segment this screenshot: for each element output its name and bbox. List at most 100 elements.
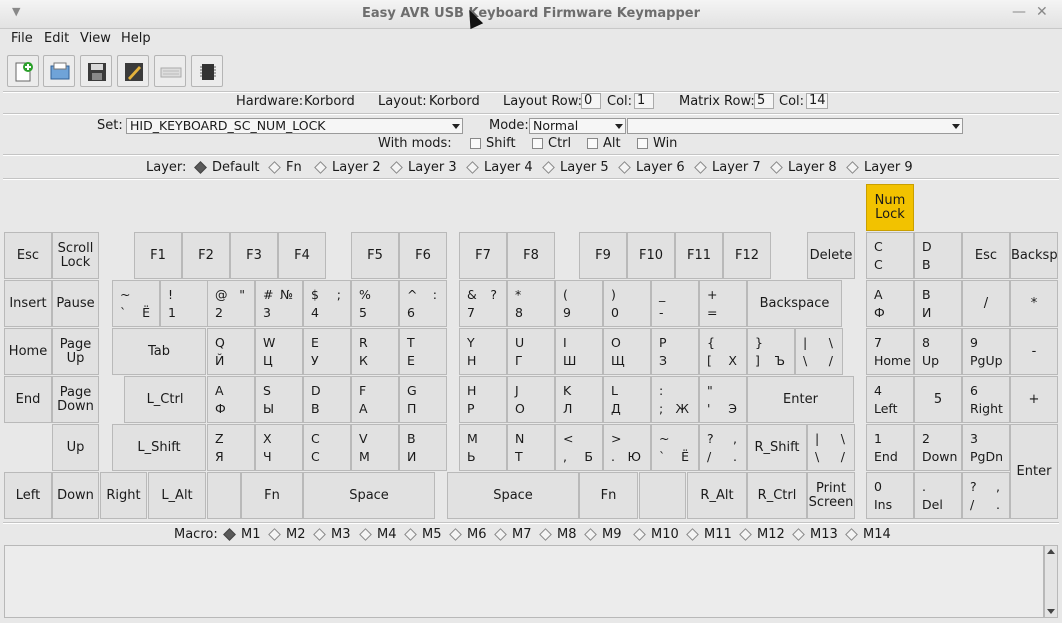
key-106[interactable]: Fn (579, 472, 638, 519)
key-29[interactable]: &? 7 (459, 280, 507, 327)
key-107[interactable] (639, 472, 686, 519)
key-8[interactable]: F6 (399, 232, 447, 279)
macro-radio-4[interactable]: M5 (404, 527, 442, 542)
key-45[interactable]: EУ (303, 328, 351, 375)
layer-radio-3[interactable]: Layer 3 (390, 160, 457, 175)
key-105[interactable]: Space (447, 472, 579, 519)
layer-radio-0[interactable]: Default (194, 160, 260, 175)
key-89[interactable]: >. Ю (603, 424, 651, 471)
key-3[interactable]: F1 (134, 232, 182, 279)
key-43[interactable]: QЙ (207, 328, 255, 375)
key-4[interactable]: F2 (182, 232, 230, 279)
key-96[interactable]: 3 PgDn (962, 424, 1010, 471)
key-86[interactable]: MЬ (459, 424, 507, 471)
key-0[interactable]: Num Lock (866, 184, 914, 231)
key-33[interactable]: _ - (651, 280, 699, 327)
key-19[interactable]: Backsp (1010, 232, 1058, 279)
key-21[interactable]: Pause (52, 280, 99, 327)
key-99[interactable]: Down (52, 472, 99, 519)
key-65[interactable]: DВ (303, 376, 351, 423)
key-57[interactable]: 8 Up (914, 328, 962, 375)
key-39[interactable]: * (1010, 280, 1058, 327)
key-59[interactable]: - (1010, 328, 1058, 375)
key-78[interactable]: + (1010, 376, 1058, 423)
key-60[interactable]: End (4, 376, 52, 423)
key-79[interactable]: Up (52, 424, 99, 471)
key-102[interactable] (207, 472, 241, 519)
key-67[interactable]: GП (399, 376, 447, 423)
layer-radio-9[interactable]: Layer 9 (846, 160, 913, 175)
key-70[interactable]: KЛ (555, 376, 603, 423)
key-36[interactable]: AФ (866, 280, 914, 327)
menu-edit[interactable]: Edit (44, 31, 69, 46)
key-53[interactable]: {[Х (699, 328, 747, 375)
key-50[interactable]: IШ (555, 328, 603, 375)
shift-checkbox[interactable]: Shift (470, 136, 516, 151)
key-37[interactable]: BИ (914, 280, 962, 327)
key-48[interactable]: YН (459, 328, 507, 375)
macro-radio-0[interactable]: M1 (223, 527, 261, 542)
key-69[interactable]: JО (507, 376, 555, 423)
ctrl-checkbox[interactable]: Ctrl (532, 136, 571, 151)
key-80[interactable]: L_Shift (112, 424, 206, 471)
set-combo[interactable]: HID_KEYBOARD_SC_NUM_LOCK (126, 118, 463, 134)
key-58[interactable]: 9 PgUp (962, 328, 1010, 375)
key-108[interactable]: R_Alt (687, 472, 747, 519)
layer-radio-1[interactable]: Fn (268, 160, 302, 175)
key-94[interactable]: 1 End (866, 424, 914, 471)
new-file-icon[interactable] (7, 55, 39, 87)
key-63[interactable]: AФ (207, 376, 255, 423)
key-76[interactable]: 5 (914, 376, 962, 423)
key-91[interactable]: ?, /. (699, 424, 747, 471)
key-72[interactable]: :; Ж (651, 376, 699, 423)
key-113[interactable]: ?, /. (962, 472, 1010, 519)
key-87[interactable]: NТ (507, 424, 555, 471)
layer-radio-4[interactable]: Layer 4 (466, 160, 533, 175)
key-73[interactable]: " ' Э (699, 376, 747, 423)
key-97[interactable]: Enter (1010, 424, 1058, 519)
key-66[interactable]: FА (351, 376, 399, 423)
key-20[interactable]: Insert (4, 280, 52, 327)
key-13[interactable]: F11 (675, 232, 723, 279)
key-34[interactable]: + = (699, 280, 747, 327)
key-64[interactable]: SЫ (255, 376, 303, 423)
key-56[interactable]: 7 Home (866, 328, 914, 375)
layer-radio-7[interactable]: Layer 7 (694, 160, 761, 175)
layer-radio-2[interactable]: Layer 2 (314, 160, 381, 175)
key-27[interactable]: % 5 (351, 280, 399, 327)
key-6[interactable]: F4 (278, 232, 326, 279)
macro-radio-2[interactable]: M3 (313, 527, 351, 542)
menu-view[interactable]: View (80, 31, 111, 46)
key-112[interactable]: . Del (914, 472, 962, 519)
key-11[interactable]: F9 (579, 232, 627, 279)
macro-radio-7[interactable]: M8 (539, 527, 577, 542)
key-100[interactable]: Right (100, 472, 147, 519)
key-68[interactable]: HР (459, 376, 507, 423)
mode-combo[interactable]: Normal (529, 118, 626, 134)
key-31[interactable]: (9 (555, 280, 603, 327)
macro-radio-3[interactable]: M4 (359, 527, 397, 542)
save-icon[interactable] (80, 55, 112, 87)
key-71[interactable]: LД (603, 376, 651, 423)
scrollbar[interactable] (1044, 545, 1058, 618)
key-10[interactable]: F8 (507, 232, 555, 279)
macro-radio-10[interactable]: M11 (686, 527, 732, 542)
key-24[interactable]: @ " 2 (207, 280, 255, 327)
key-46[interactable]: RК (351, 328, 399, 375)
macro-radio-12[interactable]: M13 (792, 527, 838, 542)
key-62[interactable]: L_Ctrl (124, 376, 206, 423)
key-61[interactable]: Page Down (52, 376, 99, 423)
key-54[interactable]: }] Ъ (747, 328, 795, 375)
scroll-up-icon[interactable] (1047, 549, 1055, 554)
key-55[interactable]: | \ \ / (795, 328, 843, 375)
key-22[interactable]: ~ ` Ё (112, 280, 160, 327)
key-103[interactable]: Fn (241, 472, 303, 519)
key-26[interactable]: $; 4 (303, 280, 351, 327)
key-28[interactable]: ^: 6 (399, 280, 447, 327)
key-88[interactable]: <, Б (555, 424, 603, 471)
key-85[interactable]: BИ (399, 424, 447, 471)
macro-radio-11[interactable]: M12 (739, 527, 785, 542)
key-51[interactable]: OЩ (603, 328, 651, 375)
key-32[interactable]: ) 0 (603, 280, 651, 327)
key-7[interactable]: F5 (351, 232, 399, 279)
